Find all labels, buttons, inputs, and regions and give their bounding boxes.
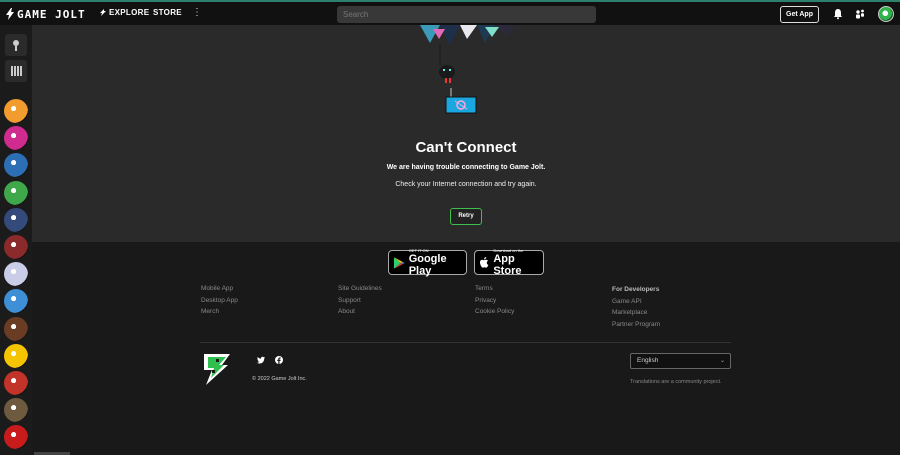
footer-link-terms[interactable]: Terms	[475, 283, 514, 295]
language-value: English	[637, 357, 659, 364]
library-button[interactable]	[5, 60, 27, 82]
footer-link-merch[interactable]: Merch	[201, 306, 238, 318]
sidebar-game-9-avatar[interactable]	[4, 316, 28, 341]
footer-link-desktop-app[interactable]: Desktop App	[201, 295, 238, 307]
footer-link-partner-program[interactable]: Partner Program	[612, 319, 660, 331]
footer-col-info: Site Guidelines Support About	[338, 283, 382, 318]
error-panel: Can't Connect We are having trouble conn…	[32, 25, 900, 242]
search-input[interactable]	[337, 6, 596, 23]
footer-link-cookie-policy[interactable]: Cookie Policy	[475, 306, 514, 318]
chevron-down-icon: ⌄	[719, 358, 725, 364]
copyright-text: © 2022 Game Jolt Inc.	[252, 376, 307, 382]
sidebar-game-10-avatar[interactable]	[4, 343, 28, 368]
sidebar-game-1-avatar[interactable]	[4, 99, 28, 123]
sidebar-game-5-avatar[interactable]	[4, 207, 28, 232]
footer-link-site-guidelines[interactable]: Site Guidelines	[338, 283, 382, 295]
app-store-big: App Store	[493, 253, 522, 277]
explore-icon	[100, 9, 106, 16]
error-hint: Check your Internet connection and try a…	[395, 181, 537, 188]
apple-icon	[480, 256, 489, 268]
gamejolt-logo[interactable]: GAME JOLT	[6, 7, 86, 21]
twitter-icon[interactable]	[257, 356, 265, 364]
sidebar	[0, 25, 32, 455]
sidebar-game-12-avatar[interactable]	[4, 398, 28, 423]
activity-icon	[13, 40, 19, 51]
gamejolt-bolt-logo[interactable]	[200, 352, 232, 386]
footer-link-game-api[interactable]: Game API	[612, 296, 660, 308]
footer-link-support[interactable]: Support	[338, 295, 382, 307]
bolt-logo-icon	[6, 8, 14, 20]
error-message: We are having trouble connecting to Game…	[386, 164, 546, 171]
store-label: STORE	[153, 8, 182, 17]
store-link[interactable]: STORE	[153, 8, 182, 17]
sidebar-game-4-avatar[interactable]	[4, 180, 28, 205]
get-app-button[interactable]: Get App	[780, 6, 819, 23]
sidebar-game-6-avatar[interactable]	[4, 235, 28, 259]
footer-link-marketplace[interactable]: Marketplace	[612, 307, 660, 319]
facebook-icon[interactable]	[275, 356, 283, 364]
broken-connection-illustration	[420, 25, 515, 114]
sidebar-game-13-avatar[interactable]	[4, 425, 28, 450]
footer-link-about[interactable]: About	[338, 306, 382, 318]
activity-button[interactable]	[5, 34, 27, 56]
sidebar-game-3-avatar[interactable]	[4, 153, 28, 178]
footer: GET IT ON Google Play Download on the Ap…	[32, 242, 900, 455]
explore-link[interactable]: EXPLORE	[100, 8, 149, 17]
google-play-badge[interactable]: GET IT ON Google Play	[388, 248, 467, 277]
sidebar-game-2-avatar[interactable]	[4, 126, 28, 151]
retry-button[interactable]: Retry	[450, 208, 482, 225]
footer-divider	[200, 342, 731, 343]
bell-icon[interactable]	[832, 8, 844, 20]
error-title: Can't Connect	[415, 139, 517, 156]
footer-link-privacy[interactable]: Privacy	[475, 295, 514, 307]
footer-link-mobile-app[interactable]: Mobile App	[201, 283, 238, 295]
logo-text: GAME JOLT	[17, 7, 86, 21]
google-play-icon	[394, 256, 405, 269]
more-vertical-icon[interactable]: ⋮	[192, 7, 202, 19]
friends-icon[interactable]	[854, 8, 866, 20]
top-navbar: GAME JOLT EXPLORE STORE ⋮ Get App	[0, 0, 900, 25]
footer-col-developers: For Developers Game API Marketplace Part…	[612, 284, 660, 330]
translations-note: Translations are a community project.	[630, 379, 722, 385]
footer-col-apps: Mobile App Desktop App Merch	[201, 283, 238, 318]
sidebar-game-8-avatar[interactable]	[4, 289, 28, 314]
footer-col-legal: Terms Privacy Cookie Policy	[475, 283, 514, 318]
explore-label: EXPLORE	[109, 8, 150, 17]
app-store-badge[interactable]: Download on the App Store	[474, 248, 544, 277]
google-play-big: Google Play	[408, 253, 447, 277]
user-avatar[interactable]	[878, 6, 894, 22]
language-select[interactable]: English ⌄	[630, 353, 731, 369]
sidebar-game-11-avatar[interactable]	[4, 371, 28, 395]
footer-heading-developers: For Developers	[612, 286, 660, 293]
sidebar-game-7-avatar[interactable]	[4, 262, 28, 287]
library-icon	[11, 66, 22, 76]
